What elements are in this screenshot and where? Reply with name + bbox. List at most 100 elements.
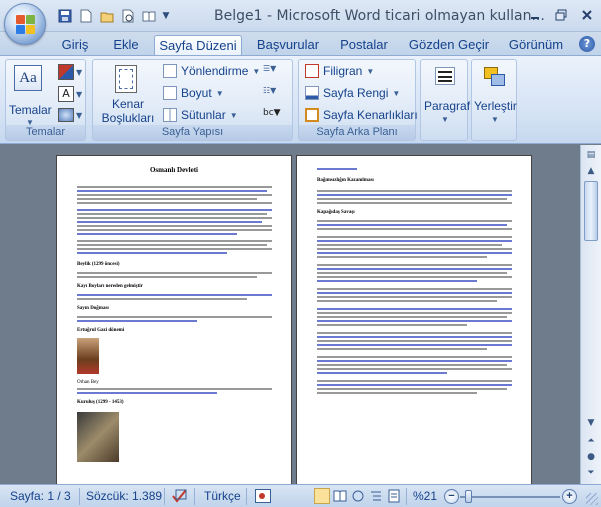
help-icon[interactable]: ? xyxy=(579,36,595,52)
paragraph-button[interactable]: Paragraf ▼ xyxy=(423,63,471,125)
arrange-label: Yerleştir xyxy=(474,99,517,113)
page1-heading-3: Sayın Doğması xyxy=(77,306,109,311)
size-icon xyxy=(163,86,177,100)
group-paragraph: Paragraf ▼ xyxy=(420,59,471,141)
page1-heading-4: Ertuğrul Gazi dönemi xyxy=(77,328,125,333)
group-themes-label: Temalar xyxy=(6,125,85,140)
group-page-background: Filigran ▼ Sayfa Rengi ▼ Sayfa Kenarlıklar… xyxy=(298,59,418,141)
minimize-button[interactable] xyxy=(527,7,543,23)
web-layout-view-icon[interactable] xyxy=(350,488,366,504)
themes-button[interactable]: Aa Temalar ▼ xyxy=(9,63,52,127)
full-screen-reading-view-icon[interactable] xyxy=(332,488,348,504)
tab-home[interactable]: Giriş xyxy=(52,35,98,56)
customize-toolbar-dropdown-icon[interactable]: ▼ xyxy=(161,7,171,25)
document-page-2[interactable]: Bağımsızlığın Kazanılması Kapağıdaş Sava… xyxy=(296,155,532,484)
group-page-setup-label: Sayfa Yapısı xyxy=(93,125,292,140)
scroll-down-icon[interactable]: ▼ xyxy=(583,415,599,431)
group-arrange: Yerleştir ▼ xyxy=(471,59,517,141)
zoom-level[interactable]: %21 xyxy=(413,489,437,503)
ruler-toggle-icon[interactable]: ▤ xyxy=(583,147,599,163)
page-color-button[interactable]: Sayfa Rengi ▼ xyxy=(305,86,400,100)
watermark-label: Filigran xyxy=(323,64,363,78)
margins-button[interactable]: Kenar Boşlukları xyxy=(97,63,157,125)
line-numbers-icon[interactable]: ☷▼ xyxy=(263,86,287,102)
window-controls xyxy=(527,7,595,23)
office-logo-icon xyxy=(16,15,36,35)
orientation-button[interactable]: Yönlendirme ▼ xyxy=(163,64,260,78)
columns-icon xyxy=(163,108,177,122)
page1-title: Osmanlı Devleti xyxy=(149,166,199,174)
tab-view[interactable]: Görünüm xyxy=(504,35,568,56)
tab-review[interactable]: Gözden Geçir xyxy=(406,35,492,56)
tab-insert[interactable]: Ekle xyxy=(104,35,148,56)
page-count[interactable]: Sayfa: 1 / 3 xyxy=(10,489,71,503)
page-borders-label: Sayfa Kenarlıkları xyxy=(323,108,418,122)
theme-effects-icon[interactable] xyxy=(58,108,74,122)
themes-icon: Aa xyxy=(14,65,42,91)
hyphenation-icon[interactable]: bc▼ xyxy=(263,108,287,124)
macro-record-icon[interactable] xyxy=(255,489,271,503)
office-button[interactable] xyxy=(4,3,46,45)
scroll-thumb[interactable] xyxy=(584,181,598,241)
page1-heading-6: Kuruluş (1299 - 1453) xyxy=(77,400,124,405)
title-bar: ▼ Belge1 - Microsoft Word ticari olmayan… xyxy=(0,0,601,32)
outline-view-icon[interactable] xyxy=(368,488,384,504)
zoom-slider-handle[interactable] xyxy=(465,490,472,503)
print-layout-view-icon[interactable] xyxy=(314,488,330,504)
draft-view-icon[interactable] xyxy=(386,488,402,504)
watermark-icon xyxy=(305,64,319,78)
margins-icon xyxy=(115,65,137,93)
tab-mailings[interactable]: Postalar xyxy=(333,35,395,56)
page1-heading-1: Beylik (1299 öncesi) xyxy=(77,262,120,267)
paragraph-label: Paragraf xyxy=(424,99,471,113)
orientation-label: Yönlendirme xyxy=(181,64,249,78)
previous-page-icon[interactable]: ⏶ xyxy=(583,433,599,449)
print-preview-icon[interactable] xyxy=(119,7,137,25)
select-browse-object-icon[interactable]: ● xyxy=(583,449,599,465)
page2-heading-2: Kapağıdaş Savaşı xyxy=(317,210,355,215)
paragraph-icon xyxy=(435,67,455,85)
open-icon[interactable] xyxy=(98,7,116,25)
page1-heading-5: Orhan Bey xyxy=(77,380,99,385)
close-button[interactable] xyxy=(579,7,595,23)
columns-button[interactable]: Sütunlar ▼ xyxy=(163,108,238,122)
size-label: Boyut xyxy=(181,86,212,100)
zoom-out-icon[interactable]: − xyxy=(444,489,459,504)
next-page-icon[interactable]: ⏷ xyxy=(583,465,599,481)
themes-label: Temalar xyxy=(9,103,52,117)
scroll-up-icon[interactable]: ▲ xyxy=(583,163,599,179)
margins-label: Kenar Boşlukları xyxy=(101,97,155,125)
theme-colors-icon[interactable] xyxy=(58,64,74,80)
word-count[interactable]: Sözcük: 1.389 xyxy=(86,489,162,503)
theme-fonts-icon[interactable]: A xyxy=(58,86,74,102)
page-borders-icon xyxy=(305,108,319,122)
vertical-scrollbar[interactable]: ▤ ▲ ▼ ⏶ ● ⏷ xyxy=(580,145,601,484)
document-page-1[interactable]: Osmanlı Devleti Beylik (1299 öncesi) Kay… xyxy=(56,155,292,484)
language-indicator[interactable]: Türkçe xyxy=(204,489,241,503)
page-borders-button[interactable]: Sayfa Kenarlıkları xyxy=(305,108,418,122)
resize-grip-icon[interactable] xyxy=(586,493,598,505)
status-bar: Sayfa: 1 / 3 Sözcük: 1.389 Türkçe %21 − … xyxy=(0,484,601,507)
watermark-button[interactable]: Filigran ▼ xyxy=(305,64,374,78)
group-page-background-label: Sayfa Arka Planı xyxy=(299,125,415,140)
group-themes: Aa Temalar ▼ ▼ A ▼ ▼ Temalar xyxy=(5,59,86,141)
size-button[interactable]: Boyut ▼ xyxy=(163,86,224,100)
document-area[interactable]: Osmanlı Devleti Beylik (1299 öncesi) Kay… xyxy=(0,145,580,484)
zoom-slider[interactable] xyxy=(460,496,560,498)
breaks-icon[interactable]: ☰▼ xyxy=(263,64,287,80)
restore-button[interactable] xyxy=(553,7,569,23)
zoom-in-icon[interactable]: + xyxy=(562,489,577,504)
ertugrul-image xyxy=(77,338,99,374)
new-document-icon[interactable] xyxy=(77,7,95,25)
page-color-icon xyxy=(305,86,319,100)
group-page-setup: Kenar Boşlukları Yönlendirme ▼ Boyut ▼ Süt… xyxy=(92,59,293,141)
proofing-icon[interactable] xyxy=(171,488,189,504)
reading-layout-icon[interactable] xyxy=(140,7,158,25)
tab-page-layout[interactable]: Sayfa Düzeni xyxy=(154,35,242,56)
columns-label: Sütunlar xyxy=(181,108,226,122)
ribbon: Aa Temalar ▼ ▼ A ▼ ▼ Temalar Kenar Boşlu… xyxy=(0,55,601,144)
save-icon[interactable] xyxy=(56,7,74,25)
arrange-icon xyxy=(484,67,506,87)
tab-references[interactable]: Başvurular xyxy=(250,35,326,56)
arrange-button[interactable]: Yerleştir ▼ xyxy=(474,63,517,125)
